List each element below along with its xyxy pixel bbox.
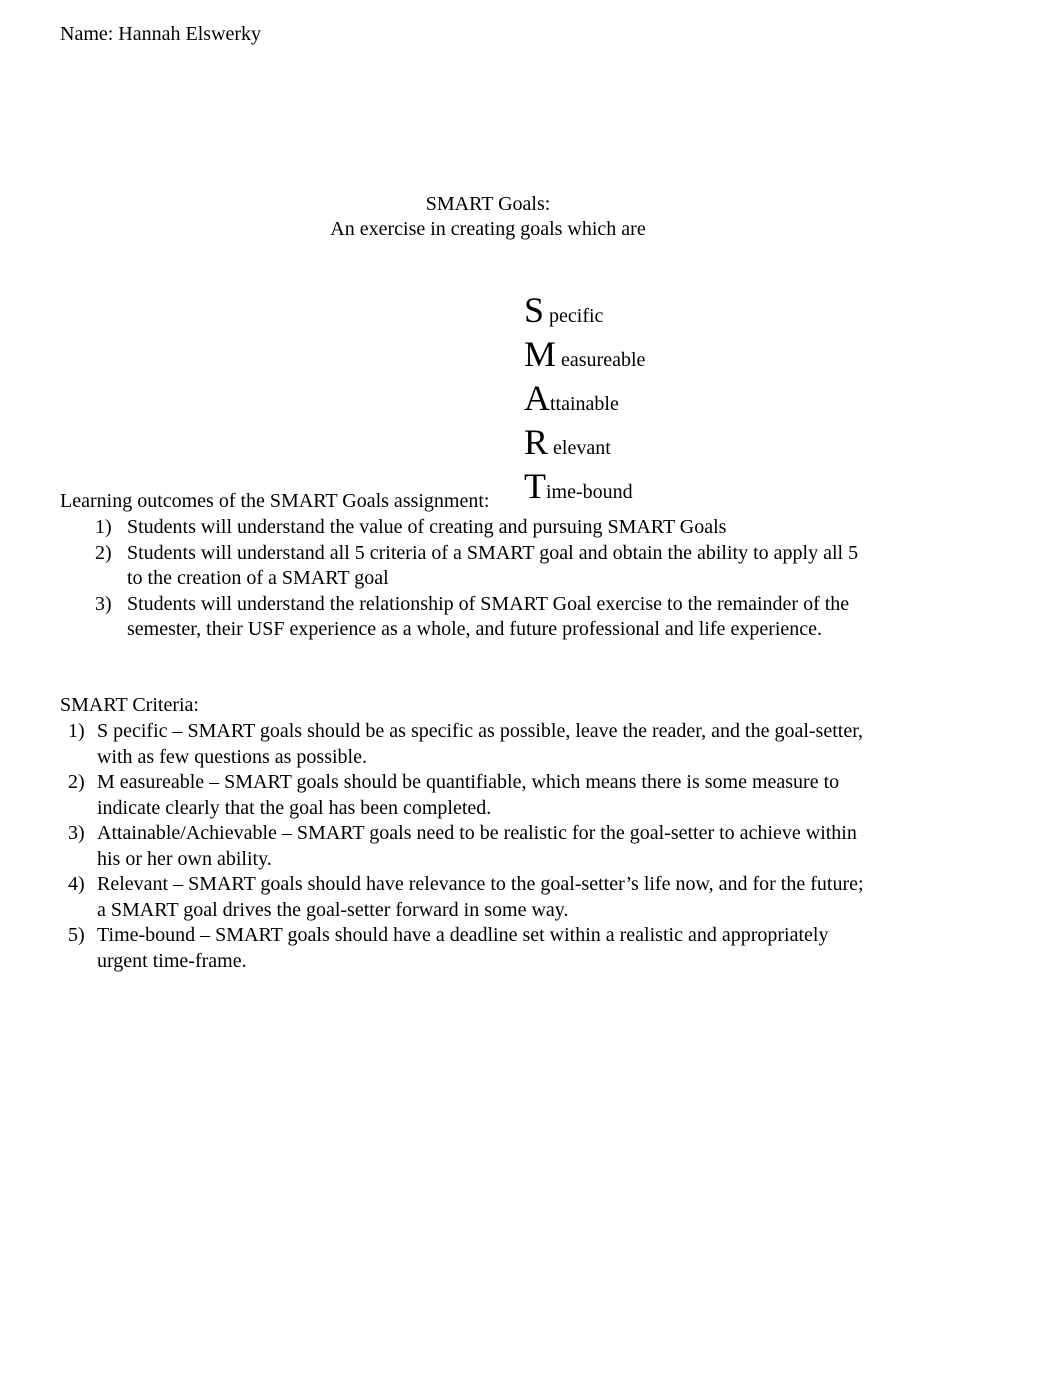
page-title: SMART Goals: bbox=[425, 193, 551, 215]
smart-criteria-list: 1) S pecific – SMART goals should be as … bbox=[60, 719, 870, 974]
acronym-rest-measureable: easureable bbox=[556, 349, 646, 371]
list-item: 1) S pecific – SMART goals should be as … bbox=[60, 719, 870, 770]
acronym-capital-r: R bbox=[524, 422, 549, 462]
acronym-rest-attainable: ttainable bbox=[550, 393, 619, 415]
list-item: 2) Students will understand all 5 criter… bbox=[60, 541, 860, 592]
learning-outcomes-list: 1) Students will understand the value of… bbox=[60, 515, 860, 643]
smart-criteria-heading: SMART Criteria: bbox=[60, 694, 199, 716]
list-marker: 5) bbox=[68, 924, 85, 946]
list-item-text: S pecific – SMART goals should be as spe… bbox=[97, 720, 864, 768]
acronym-capital-t: T bbox=[524, 466, 546, 506]
list-item: 5) Time-bound – SMART goals should have … bbox=[60, 923, 870, 974]
acronym-capital-s: S bbox=[524, 290, 545, 330]
document-page: Name: Hannah Elswerky SMART Goals: An ex… bbox=[0, 0, 1062, 1377]
list-marker: 2) bbox=[68, 771, 85, 793]
learning-outcomes-heading: Learning outcomes of the SMART Goals ass… bbox=[60, 490, 490, 512]
acronym-rest-relevant: elevant bbox=[548, 437, 611, 459]
list-item-text: Relevant – SMART goals should have relev… bbox=[97, 873, 864, 921]
list-item: 3) Students will understand the relation… bbox=[60, 592, 860, 643]
list-item-text: M easureable – SMART goals should be qua… bbox=[97, 771, 840, 819]
list-marker: 4) bbox=[68, 873, 85, 895]
acronym-rest-timebound: ime-bound bbox=[546, 481, 633, 503]
smart-acronym-stack: S pecific M easureable Attainable R elev… bbox=[500, 248, 820, 504]
list-item: 1) Students will understand the value of… bbox=[60, 515, 860, 541]
list-marker: 2) bbox=[95, 541, 112, 564]
list-item-text: Attainable/Achievable – SMART goals need… bbox=[97, 822, 857, 870]
acronym-capital-m: M bbox=[524, 334, 557, 374]
list-item-text: Students will understand the relationshi… bbox=[127, 592, 850, 641]
student-name-line: Name: Hannah Elswerky bbox=[60, 23, 262, 45]
list-marker: 3) bbox=[95, 592, 112, 615]
list-item-text: Students will understand the value of cr… bbox=[127, 516, 727, 538]
list-item: 4) Relevant – SMART goals should have re… bbox=[60, 872, 870, 923]
list-marker: 3) bbox=[68, 822, 85, 844]
acronym-capital-a: A bbox=[524, 378, 550, 418]
list-marker: 1) bbox=[95, 516, 112, 538]
list-item: 3) Attainable/Achievable – SMART goals n… bbox=[60, 821, 870, 872]
list-item: 2) M easureable – SMART goals should be … bbox=[60, 770, 870, 821]
acronym-rest-specific: pecific bbox=[544, 305, 604, 327]
list-item-text: Time-bound – SMART goals should have a d… bbox=[97, 924, 829, 972]
list-item-text: Students will understand all 5 criteria … bbox=[127, 541, 859, 590]
page-subtitle: An exercise in creating goals which are bbox=[330, 218, 646, 240]
list-marker: 1) bbox=[68, 720, 85, 742]
document-title-block: SMART Goals: An exercise in creating goa… bbox=[0, 192, 976, 242]
acronym-row-specific: S pecific bbox=[500, 248, 820, 328]
